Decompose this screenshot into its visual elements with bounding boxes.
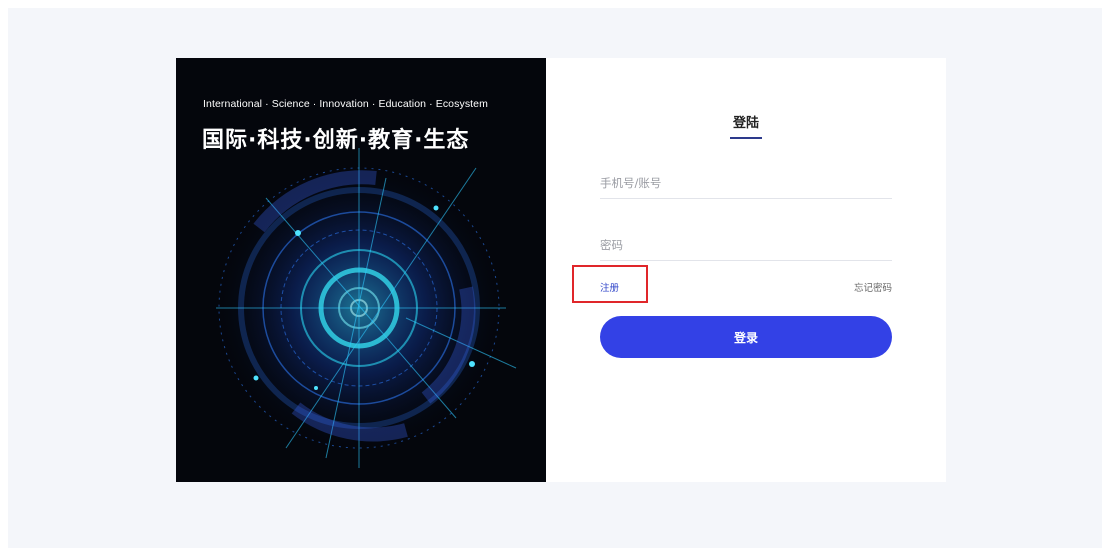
phone-input[interactable] — [600, 176, 892, 190]
register-link[interactable]: 注册 — [600, 280, 619, 294]
phone-field — [600, 168, 892, 199]
hero-subtitle: International · Science · Innovation · E… — [203, 98, 488, 110]
tab-login[interactable]: 登陆 — [546, 112, 946, 131]
login-card: International · Science · Innovation · E… — [176, 58, 946, 482]
forgot-password-link[interactable]: 忘记密码 — [854, 280, 892, 294]
login-form: 登陆 注册 忘记密码 登录 — [546, 58, 946, 482]
tab-active-indicator — [730, 137, 762, 139]
login-button[interactable]: 登录 — [600, 316, 892, 358]
password-input[interactable] — [600, 238, 892, 252]
hero-panel: International · Science · Innovation · E… — [176, 58, 546, 482]
hero-title: 国际·科技·创新·教育·生态 — [202, 128, 470, 153]
password-field — [600, 230, 892, 261]
